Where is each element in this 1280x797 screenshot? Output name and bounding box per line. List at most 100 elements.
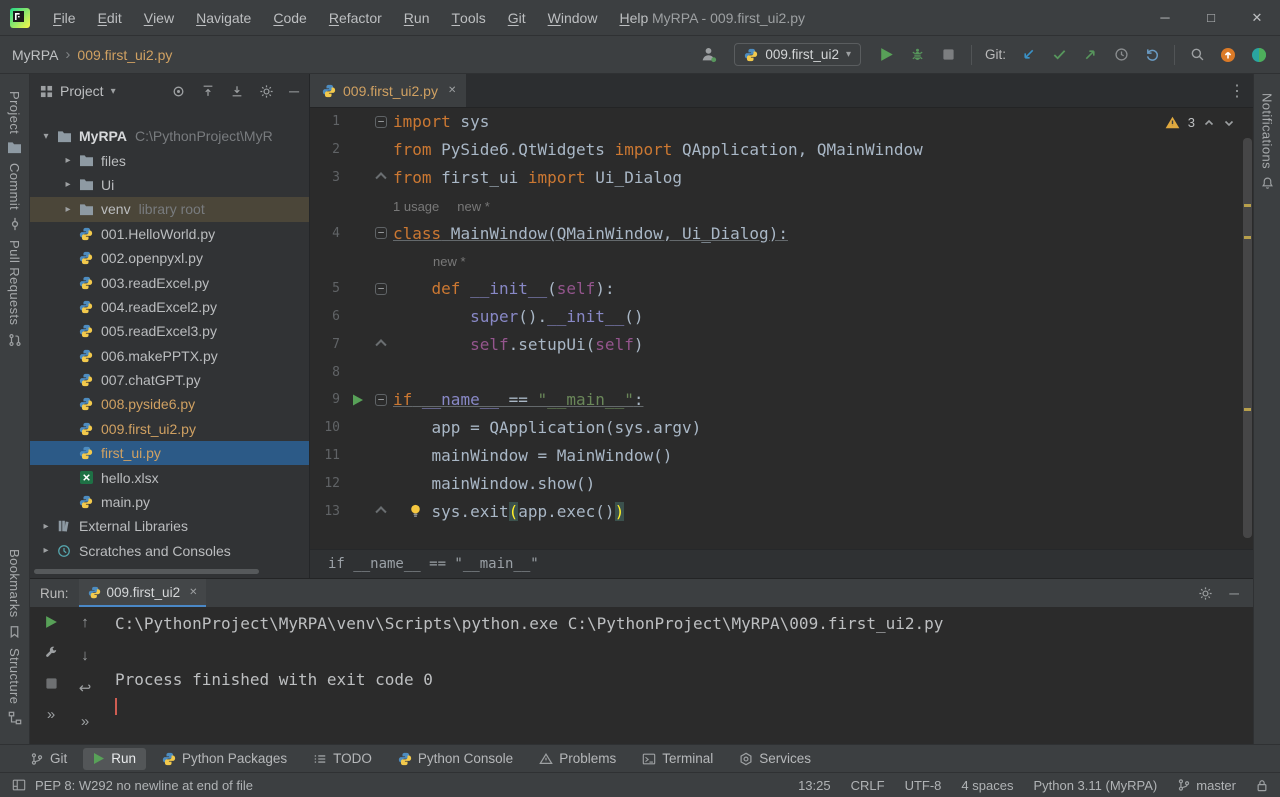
code-line-1[interactable]: 1 − import sys — [310, 108, 1253, 136]
chevron-right-icon[interactable]: ▸ — [38, 545, 54, 556]
chevron-down-icon[interactable]: ▾ — [111, 86, 116, 97]
layout-icon[interactable] — [12, 778, 26, 792]
tree-item-venv[interactable]: ▸ venv library root — [30, 197, 309, 222]
horizontal-scrollbar[interactable] — [34, 569, 259, 574]
edit-configuration-icon[interactable] — [44, 646, 58, 660]
tool-button-commit[interactable]: Commit — [7, 163, 22, 231]
readonly-lock-icon[interactable] — [1256, 779, 1268, 792]
menu-refactor[interactable]: Refactor — [318, 0, 393, 35]
line-number[interactable]: 4 — [310, 226, 344, 241]
line-number[interactable]: 10 — [310, 420, 344, 435]
update-available-icon[interactable] — [1219, 46, 1237, 64]
chevron-right-icon[interactable]: ▸ — [60, 155, 76, 166]
menu-file[interactable]: File — [42, 0, 87, 35]
menu-run[interactable]: Run — [393, 0, 441, 35]
profile-icon[interactable] — [699, 46, 717, 64]
menu-git[interactable]: Git — [497, 0, 537, 35]
intention-bulb-icon[interactable] — [409, 504, 422, 519]
prev-warning-icon[interactable] — [1203, 117, 1215, 129]
line-number[interactable]: 6 — [310, 309, 344, 324]
warning-stripe-mark[interactable] — [1244, 408, 1251, 411]
rollback-button[interactable] — [1143, 46, 1161, 64]
tool-tab-python-console[interactable]: Python Console — [388, 748, 523, 770]
line-number[interactable]: 1 — [310, 114, 344, 129]
line-number[interactable]: 3 — [310, 170, 344, 185]
fold-end-icon[interactable] — [375, 506, 387, 518]
chevron-down-icon[interactable]: ▾ — [38, 131, 54, 142]
tree-item-scratches-and-consoles[interactable]: ▸ Scratches and Consoles — [30, 539, 309, 563]
fold-icon[interactable]: − — [375, 282, 387, 295]
code-line-7[interactable]: 7 self.setupUi(self) — [310, 330, 1253, 358]
tree-item-006-makepptx-py[interactable]: 006.makePPTX.py — [30, 344, 309, 368]
line-number[interactable]: 13 — [310, 504, 344, 519]
tool-tab-run[interactable]: Run — [83, 747, 147, 770]
tree-item-hello-xlsx[interactable]: hello.xlsx — [30, 465, 309, 489]
fold-icon[interactable]: − — [375, 227, 387, 240]
close-tab-icon[interactable]: ✕ — [189, 587, 197, 598]
stop-button[interactable] — [940, 46, 958, 64]
chevron-right-icon[interactable]: ▸ — [60, 204, 76, 215]
chevron-right-icon[interactable]: ▸ — [60, 179, 76, 190]
tree-item-first-ui-py[interactable]: first_ui.py — [30, 441, 309, 466]
status-4-spaces[interactable]: 4 spaces — [961, 778, 1013, 793]
line-number[interactable]: 9 — [310, 392, 344, 407]
fold-icon[interactable]: − — [375, 115, 387, 128]
tree-item-external-libraries[interactable]: ▸ External Libraries — [30, 514, 309, 538]
close-button[interactable]: ✕ — [1234, 0, 1280, 35]
git-branch-widget[interactable]: master — [1177, 778, 1236, 793]
code-line-6[interactable]: 6 super().__init__() — [310, 303, 1253, 331]
tree-item-myrpa[interactable]: ▾ MyRPA C:\PythonProject\MyR — [30, 124, 309, 148]
fold-end-icon[interactable] — [375, 339, 387, 351]
run-tab[interactable]: 009.first_ui2 ✕ — [78, 579, 207, 607]
menu-navigate[interactable]: Navigate — [185, 0, 262, 35]
code-line-3[interactable]: 3 from first_ui import Ui_Dialog — [310, 164, 1253, 192]
status-python-3-11-myrpa[interactable]: Python 3.11 (MyRPA) — [1033, 778, 1157, 793]
locate-file-button[interactable] — [171, 84, 186, 99]
more-options-icon[interactable]: ⋮ — [1229, 81, 1245, 101]
tree-item-004-readexcel2-py[interactable]: 004.readExcel2.py — [30, 295, 309, 319]
tree-item-001-helloworld-py[interactable]: 001.HelloWorld.py — [30, 222, 309, 246]
next-warning-icon[interactable] — [1223, 117, 1235, 129]
line-number[interactable]: 7 — [310, 337, 344, 352]
settings-icon[interactable] — [259, 84, 274, 99]
tree-item-008-pyside6-py[interactable]: 008.pyside6.py — [30, 392, 309, 416]
code-line-11[interactable]: 11 mainWindow = MainWindow() — [310, 442, 1253, 470]
code-line-5[interactable]: 5 − def __init__(self): — [310, 275, 1253, 303]
tree-item-009-first-ui2-py[interactable]: 009.first_ui2.py — [30, 417, 309, 441]
tree-item-003-readexcel-py[interactable]: 003.readExcel.py — [30, 270, 309, 294]
tool-tab-python-packages[interactable]: Python Packages — [152, 748, 297, 770]
status-crlf[interactable]: CRLF — [851, 778, 885, 793]
fold-end-icon[interactable] — [375, 172, 387, 184]
code-line-9[interactable]: 9 − if __name__ == "__main__": — [310, 386, 1253, 414]
hide-panel-button[interactable]: ─ — [1229, 586, 1239, 601]
run-button[interactable] — [878, 46, 896, 64]
tool-button-project[interactable]: Project — [7, 91, 22, 154]
tool-tab-todo[interactable]: TODO — [303, 748, 382, 770]
chevron-right-icon[interactable]: ▸ — [38, 521, 54, 532]
code-line-2[interactable]: 2 from PySide6.QtWidgets import QApplicat… — [310, 136, 1253, 164]
menu-view[interactable]: View — [133, 0, 185, 35]
tool-button-structure[interactable]: Structure — [7, 648, 22, 725]
tree-item-files[interactable]: ▸ files — [30, 148, 309, 172]
tree-item-005-readexcel3-py[interactable]: 005.readExcel3.py — [30, 319, 309, 343]
commit-button[interactable] — [1050, 46, 1068, 64]
more-actions-icon[interactable]: » — [47, 707, 55, 723]
run-config-selector[interactable]: 009.first_ui2 ▾ — [734, 43, 861, 66]
menu-code[interactable]: Code — [262, 0, 317, 35]
line-number[interactable]: 8 — [310, 365, 344, 380]
tool-button-bookmarks[interactable]: Bookmarks — [7, 549, 22, 639]
status-message[interactable]: PEP 8: W292 no newline at end of file — [35, 778, 253, 793]
tool-tab-git[interactable]: Git — [20, 748, 77, 770]
stop-button[interactable] — [45, 677, 58, 690]
expand-all-button[interactable] — [201, 84, 215, 98]
tool-tab-services[interactable]: Services — [729, 748, 821, 770]
line-number[interactable]: 5 — [310, 281, 344, 296]
settings-icon[interactable] — [1198, 586, 1213, 601]
tree-item-main-py[interactable]: main.py — [30, 490, 309, 514]
minimize-button[interactable]: ─ — [1142, 0, 1188, 35]
tool-button-notifications[interactable]: Notifications — [1260, 93, 1275, 190]
tree-item-007-chatgpt-py[interactable]: 007.chatGPT.py — [30, 368, 309, 392]
warning-stripe-mark[interactable] — [1244, 204, 1251, 207]
line-number[interactable]: 11 — [310, 448, 344, 463]
search-everywhere-button[interactable] — [1188, 46, 1206, 64]
